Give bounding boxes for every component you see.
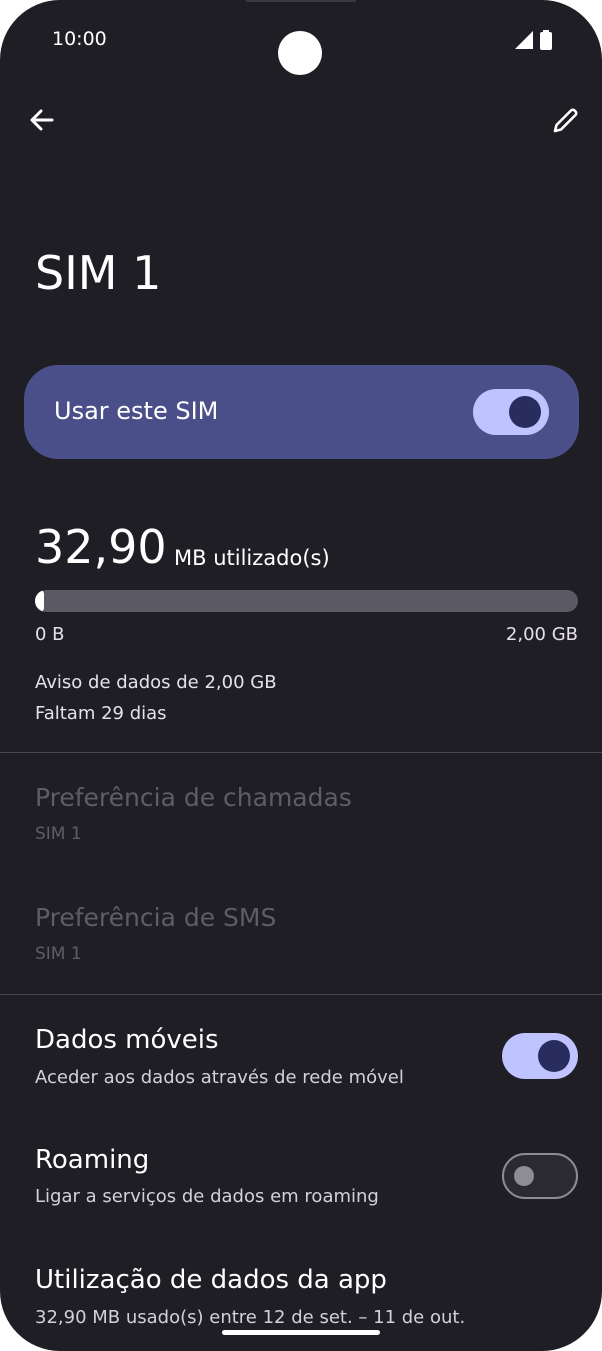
usage-unit-label: MB utilizado(s) [174, 546, 330, 570]
use-sim-card[interactable]: Usar este SIM [24, 365, 579, 459]
roaming-title: Roaming [35, 1145, 150, 1175]
home-indicator[interactable] [222, 1330, 380, 1335]
call-preference-value: SIM 1 [35, 824, 82, 844]
battery-icon [540, 30, 552, 50]
edit-button[interactable] [550, 104, 582, 136]
use-sim-label: Usar este SIM [54, 397, 219, 425]
pencil-icon [553, 108, 578, 133]
usage-range-max: 2,00 GB [505, 624, 578, 645]
data-warning-text: Aviso de dados de 2,00 GB [35, 672, 277, 693]
usage-progress-bar [35, 590, 578, 612]
sms-preference-value: SIM 1 [35, 944, 82, 964]
back-button[interactable] [26, 104, 58, 136]
arrow-back-icon [30, 109, 54, 131]
toggle-knob [538, 1040, 570, 1072]
toggle-knob [509, 396, 541, 428]
divider [0, 752, 602, 753]
camera-cutout [278, 31, 322, 75]
phone-screen: 10:00 SIM 1 Usar este SIM 32,90 MB utili… [0, 0, 602, 1351]
app-data-usage-title: Utilização de dados da app [35, 1265, 387, 1295]
sms-preference-title: Preferência de SMS [35, 903, 277, 932]
mobile-data-subtitle: Aceder aos dados através de rede móvel [35, 1067, 404, 1088]
call-preference-title: Preferência de chamadas [35, 783, 352, 812]
days-remaining-text: Faltam 29 dias [35, 703, 167, 724]
mobile-data-toggle[interactable] [502, 1033, 578, 1079]
top-edge-line [246, 0, 356, 2]
mobile-data-title: Dados móveis [35, 1025, 219, 1055]
status-time: 10:00 [52, 28, 107, 50]
divider [0, 994, 602, 995]
roaming-subtitle: Ligar a serviços de dados em roaming [35, 1186, 379, 1207]
status-icons [514, 30, 552, 50]
page-title: SIM 1 [35, 246, 162, 300]
usage-progress-fill [35, 590, 44, 612]
use-sim-toggle[interactable] [473, 389, 549, 435]
roaming-toggle[interactable] [502, 1153, 578, 1199]
signal-icon [515, 31, 533, 49]
usage-amount: 32,90 [35, 520, 167, 574]
usage-range-min: 0 B [35, 624, 65, 645]
app-data-usage-subtitle: 32,90 MB usado(s) entre 12 de set. – 11 … [35, 1307, 466, 1328]
toggle-knob [514, 1166, 534, 1186]
